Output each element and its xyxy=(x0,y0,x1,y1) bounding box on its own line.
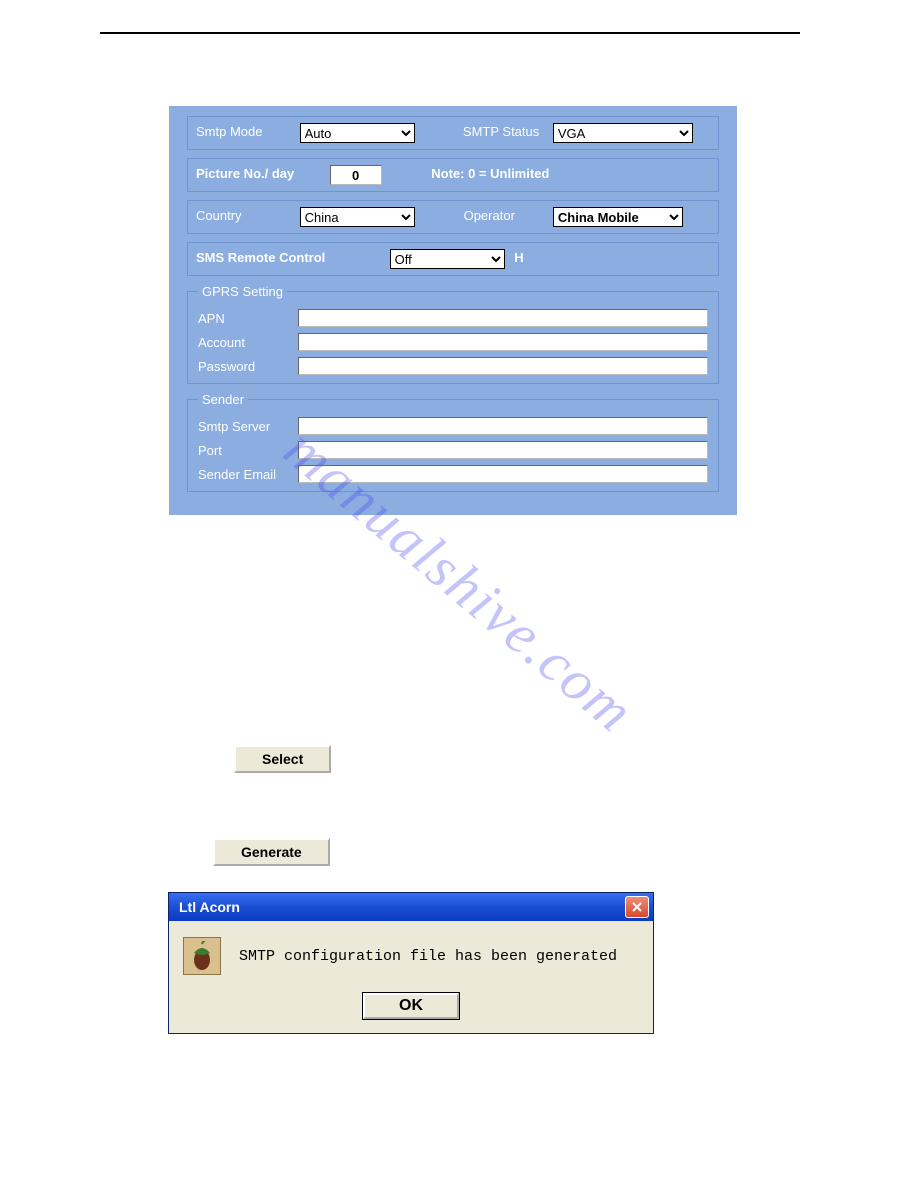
smtp-settings-panel: Smtp Mode Auto SMTP Status VGA Picture N… xyxy=(169,106,737,515)
sender-email-input[interactable] xyxy=(298,465,708,483)
password-label: Password xyxy=(198,359,298,374)
smtp-server-label: Smtp Server xyxy=(198,419,298,434)
apn-input[interactable] xyxy=(298,309,708,327)
close-icon[interactable] xyxy=(625,896,649,918)
sms-remote-label: SMS Remote Control xyxy=(196,250,386,265)
ok-button[interactable]: OK xyxy=(363,993,459,1019)
dialog-titlebar: Ltl Acorn xyxy=(169,893,653,921)
smtp-status-select[interactable]: VGA xyxy=(553,123,693,143)
gprs-legend: GPRS Setting xyxy=(198,284,287,299)
password-input[interactable] xyxy=(298,357,708,375)
country-select[interactable]: China xyxy=(300,207,415,227)
confirmation-dialog: Ltl Acorn SMTP configuration file has be… xyxy=(168,892,654,1034)
picture-no-note: Note: 0 = Unlimited xyxy=(431,166,549,181)
sms-remote-tail: H xyxy=(514,250,523,265)
acorn-icon xyxy=(183,937,221,975)
row-country-operator: Country China Operator China Mobile xyxy=(187,200,719,234)
sms-remote-select[interactable]: Off xyxy=(390,249,505,269)
gprs-setting-group: GPRS Setting APN Account Password xyxy=(187,284,719,384)
picture-no-label: Picture No./ day xyxy=(196,166,326,181)
account-label: Account xyxy=(198,335,298,350)
dialog-title: Ltl Acorn xyxy=(173,899,240,915)
row-picture-per-day: Picture No./ day Note: 0 = Unlimited xyxy=(187,158,719,192)
sender-email-label: Sender Email xyxy=(198,467,298,482)
generate-button[interactable]: Generate xyxy=(213,838,330,866)
row-sms-remote: SMS Remote Control Off H xyxy=(187,242,719,276)
select-button[interactable]: Select xyxy=(234,745,331,773)
port-input[interactable] xyxy=(298,441,708,459)
country-label: Country xyxy=(196,208,296,223)
dialog-message: SMTP configuration file has been generat… xyxy=(239,948,617,965)
sender-group: Sender Smtp Server Port Sender Email xyxy=(187,392,719,492)
row-smtp-mode: Smtp Mode Auto SMTP Status VGA xyxy=(187,116,719,150)
smtp-mode-select[interactable]: Auto xyxy=(300,123,415,143)
operator-label: Operator xyxy=(429,208,549,223)
horizontal-rule xyxy=(100,32,800,34)
sender-legend: Sender xyxy=(198,392,248,407)
smtp-status-label: SMTP Status xyxy=(429,124,549,139)
apn-label: APN xyxy=(198,311,298,326)
port-label: Port xyxy=(198,443,298,458)
smtp-mode-label: Smtp Mode xyxy=(196,124,296,139)
account-input[interactable] xyxy=(298,333,708,351)
smtp-server-input[interactable] xyxy=(298,417,708,435)
operator-select[interactable]: China Mobile xyxy=(553,207,683,227)
picture-no-input[interactable] xyxy=(330,165,382,185)
